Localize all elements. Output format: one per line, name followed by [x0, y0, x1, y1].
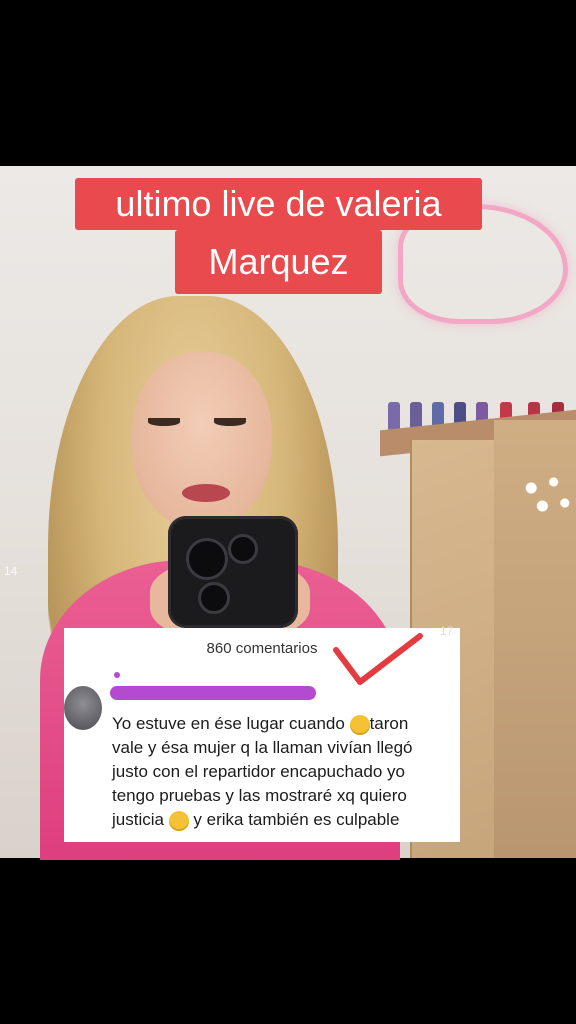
surprised-emoji-icon: [349, 714, 370, 735]
person-face: [132, 352, 272, 530]
comment-line: tengo pruebas y las mostraré xq quiero: [112, 786, 407, 805]
comment-line: vale y ésa mujer q la llaman vivían lleg…: [112, 738, 413, 757]
camera-lens: [198, 582, 230, 614]
redacted-username: [110, 686, 316, 700]
title-line-2: Marquez: [175, 230, 382, 294]
sad-emoji-icon: [168, 810, 189, 831]
title-line-1: ultimo live de valeria: [75, 178, 482, 230]
comment-line: justicia y erika también es culpable: [112, 810, 400, 831]
person-eye-right: [214, 418, 246, 426]
avatar: [64, 686, 102, 730]
person-lips: [182, 484, 230, 502]
comment-line: justo con el repartidor encapuchado yo: [112, 762, 405, 781]
flowers: [520, 470, 576, 530]
red-check-mark-icon: [333, 633, 423, 685]
person-eye-left: [148, 418, 180, 426]
reply-icon: [114, 672, 120, 678]
camera-lens: [186, 538, 228, 580]
phone-camera: [168, 516, 298, 628]
comment-line: Yo estuve en ése lugar cuando taron: [112, 714, 409, 735]
comment-text: Yo estuve en ése lugar cuando taron vale…: [112, 712, 458, 832]
camera-lens: [228, 534, 258, 564]
polish-bottle: [388, 402, 400, 430]
frame-number: 17: [440, 624, 454, 638]
side-number: 14: [4, 564, 18, 578]
